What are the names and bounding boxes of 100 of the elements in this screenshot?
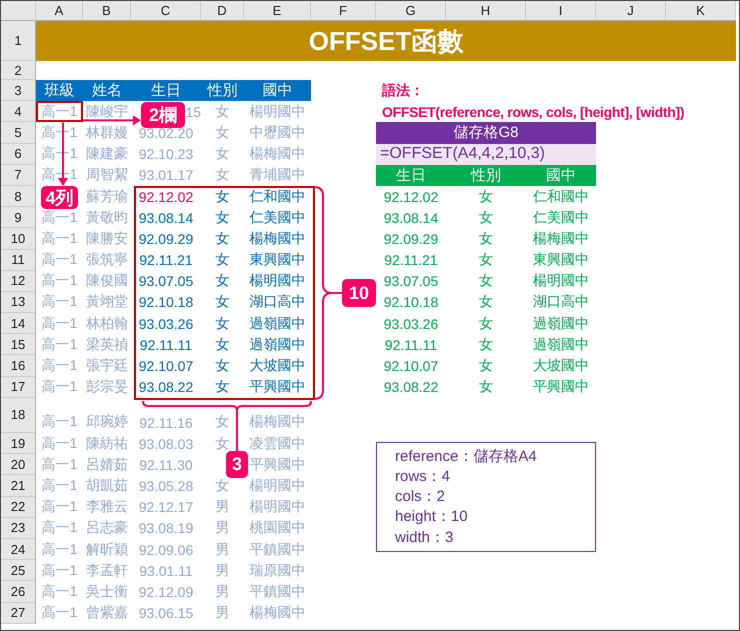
result-cell: 92.09.29	[384, 230, 438, 247]
result-cell: 東興國中	[533, 251, 589, 270]
table-cell: 邱琬婷	[86, 413, 128, 431]
table-cell: 平鎮國中	[250, 582, 306, 601]
result-cell: 大坡國中	[533, 357, 589, 376]
row-header: 20	[1, 454, 36, 476]
table-cell: 楊明國中	[250, 272, 306, 290]
row-header: 3	[1, 80, 36, 102]
table-cell: 楊明國中	[250, 498, 306, 516]
table-cell: 女	[216, 208, 230, 227]
column-header: G	[376, 1, 446, 21]
callout-badge: 3	[226, 451, 248, 478]
table-cell: 92.11.21	[139, 252, 193, 268]
result-cell: 女	[479, 272, 493, 290]
table-cell: 92.11.16	[139, 415, 193, 431]
row-header: 1	[1, 21, 36, 61]
table-cell: 高一1	[42, 604, 78, 622]
row-header: 15	[1, 334, 36, 356]
table-cell: 男	[216, 562, 230, 580]
table-cell: 平興國中	[250, 456, 306, 474]
table-cell: 93.05.28	[138, 478, 194, 494]
table-cell: 高一1	[42, 208, 78, 227]
table-cell: 93.08.03	[138, 436, 194, 452]
table-cell: 高一1	[42, 293, 78, 312]
table-cell: 92.09.06	[138, 542, 194, 558]
table-cell: 呂志豪	[86, 519, 128, 538]
result-cell: 93.08.14	[384, 210, 438, 226]
table-cell: 男	[216, 582, 230, 601]
result-cell: 93.03.26	[384, 316, 438, 332]
result-cell: 92.12.02	[384, 188, 438, 205]
row-header: 18	[1, 398, 36, 433]
result-cell: 仁和國中	[533, 188, 589, 206]
result-cell: 93.08.22	[384, 379, 438, 396]
table-cell: 黃敬昀	[86, 208, 128, 227]
column-header: B	[83, 1, 131, 21]
table-cell: 彭宗旻	[86, 378, 128, 396]
callout-badge: 2欄	[141, 102, 185, 128]
column-header: I	[526, 1, 596, 21]
table-cell: 楊梅國中	[250, 145, 306, 164]
column-header: D	[201, 1, 244, 21]
select-all-corner[interactable]	[1, 1, 36, 21]
row-header: 6	[1, 144, 36, 165]
column-header: E	[244, 1, 311, 21]
table-cell: 女	[216, 124, 230, 142]
table-cell: 李雅云	[86, 498, 128, 516]
result-cell: 女	[479, 357, 493, 376]
column-header: C	[131, 1, 201, 21]
table-cell: 過嶺國中	[250, 314, 306, 333]
table-cell: 男	[216, 604, 230, 622]
row-header: 17	[1, 376, 36, 398]
table-cell: 胡凱茹	[86, 476, 128, 495]
table-cell: 92.11.11	[140, 336, 192, 353]
table-cell: 解昕穎	[86, 540, 128, 559]
table-cell: 女	[216, 251, 230, 270]
column-header: A	[36, 1, 83, 21]
table-cell: 高一1	[42, 357, 78, 376]
table-cell: 男	[216, 540, 230, 559]
table-cell: 高一1	[42, 413, 78, 431]
table-cell: 男	[216, 498, 230, 516]
table-cell: 楊梅國中	[250, 413, 306, 431]
table-cell: 92.12.02	[138, 188, 194, 205]
result-cell: 92.10.07	[384, 358, 438, 374]
column-header: H	[446, 1, 526, 21]
table-cell: 林柏翰	[86, 314, 128, 333]
row-header: 12	[1, 270, 36, 292]
table-header-cell: 性別	[201, 80, 244, 102]
table-cell: 女	[216, 413, 230, 431]
table-cell: 93.08.22	[138, 379, 194, 396]
row-header: 19	[1, 433, 36, 454]
table-cell: 女	[216, 357, 230, 376]
table-cell: 陳峻宇	[86, 102, 128, 121]
table-header-cell: 國中	[244, 80, 311, 102]
table-cell: 周智絜	[86, 166, 128, 184]
table-cell: 15	[185, 104, 201, 120]
table-cell: 陳建豪	[86, 145, 128, 164]
table-cell: 青埔國中	[250, 166, 306, 184]
table-cell: 女	[216, 336, 230, 354]
row-header: 9	[1, 207, 36, 228]
argument-text: width：3	[395, 528, 454, 547]
table-header-cell: 生日	[131, 80, 201, 102]
result-cell: 女	[479, 293, 493, 312]
result-cell: 92.11.11	[384, 336, 438, 353]
table-cell: 蘇芳瑜	[86, 188, 128, 206]
column-header: F	[311, 1, 376, 21]
result-cell: 女	[479, 314, 493, 333]
row-header: 25	[1, 560, 36, 582]
sheet-title: OFFSET函數	[36, 21, 736, 61]
table-cell: 93.08.14	[138, 210, 194, 226]
table-cell: 92.10.07	[138, 358, 194, 374]
argument-text: height：10	[395, 507, 469, 526]
table-cell: 湖口高中	[250, 293, 306, 312]
result-cell: 女	[479, 336, 493, 354]
table-cell: 女	[216, 378, 230, 396]
result-cell: 過嶺國中	[533, 336, 589, 354]
table-cell: 92.10.23	[138, 146, 194, 162]
table-cell: 梁英禎	[86, 336, 128, 354]
result-cell: 過嶺國中	[533, 314, 589, 333]
result-cell: 92.11.21	[384, 252, 438, 268]
table-cell: 楊明國中	[250, 102, 306, 121]
argument-text: reference：儲存格A4	[395, 446, 538, 466]
